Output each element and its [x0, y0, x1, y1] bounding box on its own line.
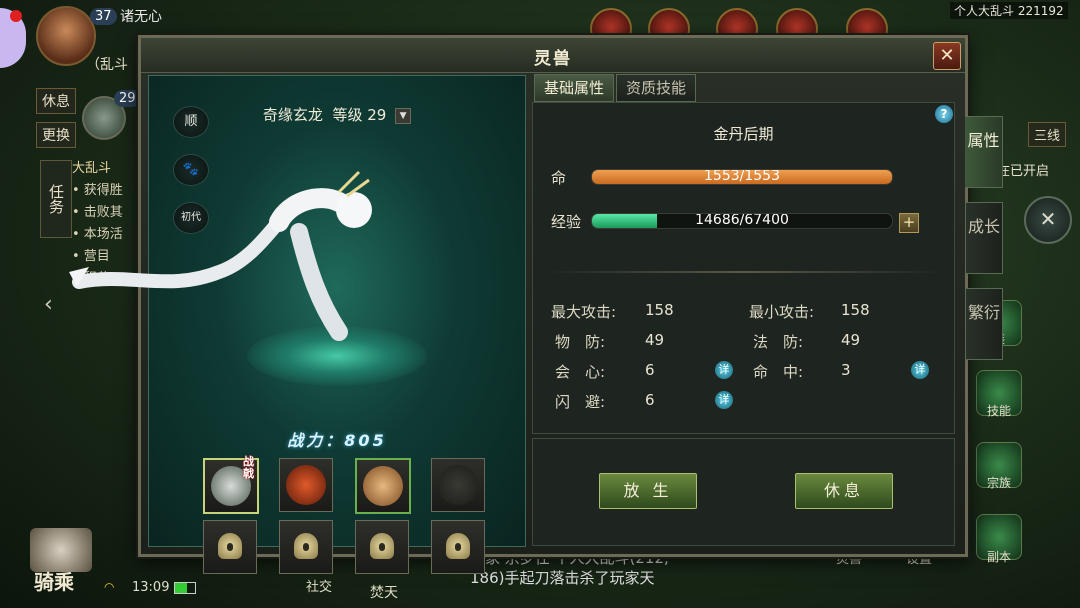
pet-portrait — [286, 465, 326, 505]
rest-button[interactable]: 休息 — [795, 473, 893, 509]
hit-label: 命 中: — [753, 363, 804, 381]
magic-def-value: 49 — [841, 331, 861, 349]
expand-icon[interactable]: ✕ — [1024, 196, 1072, 244]
tab-basic-attributes[interactable]: 基础属性 — [534, 74, 614, 102]
pet-slot-locked[interactable] — [203, 520, 257, 574]
phys-def-label: 物 防: — [555, 333, 606, 351]
hit-value: 3 — [841, 361, 851, 379]
wifi-icon: ◠ — [104, 580, 115, 594]
bottom-tab-social[interactable]: 社交 — [306, 576, 332, 595]
dodge-detail-icon[interactable]: 详 — [715, 391, 733, 409]
side-tab-attributes[interactable]: 属性 — [965, 116, 1003, 188]
side-tab-breeding[interactable]: 繁衍 — [965, 288, 1003, 360]
help-icon[interactable]: ? — [935, 105, 953, 123]
lock-icon — [370, 533, 394, 559]
pet-slot[interactable] — [355, 458, 411, 514]
phys-def-value: 49 — [645, 331, 665, 349]
close-button[interactable]: ✕ — [933, 42, 961, 70]
exp-label: 经验 — [551, 213, 582, 231]
battery-icon — [174, 582, 196, 594]
change-hud-button[interactable]: 更换 — [36, 122, 76, 148]
cultivation-stage: 金丹后期 — [713, 125, 774, 143]
bottom-tab-fentian[interactable]: 焚天 — [370, 582, 398, 602]
hit-detail-icon[interactable]: 详 — [911, 361, 929, 379]
lock-icon — [446, 533, 470, 559]
pet-slot-empty[interactable] — [431, 458, 485, 512]
chat-line: 186)手起刀落击杀了玩家天 — [470, 569, 655, 587]
quest-tab[interactable]: 任务 — [40, 160, 72, 238]
exp-text: 14686/67400 — [695, 213, 789, 228]
max-attack-label: 最大攻击: — [551, 303, 617, 321]
side-tab-growth[interactable]: 成长 — [965, 202, 1003, 274]
combat-power: 战力：805 — [287, 431, 387, 450]
hp-bar: 1553/1553 — [591, 169, 893, 185]
min-attack-value: 158 — [841, 301, 870, 319]
lock-icon — [218, 533, 242, 559]
crit-value: 6 — [645, 361, 655, 379]
add-exp-button[interactable]: + — [899, 213, 919, 233]
hp-label: 命 — [551, 169, 567, 187]
pet-slot-locked[interactable] — [431, 520, 485, 574]
mount-label: 骑乘 — [34, 570, 74, 594]
dragon-model — [69, 170, 372, 341]
pet-level-label: 等级 29 — [332, 106, 387, 124]
attribute-box: ? 金丹后期 命 1553/1553 经验 14686/67400 + 最大攻击… — [532, 102, 955, 434]
pet-level: 29 — [114, 90, 141, 107]
dodge-value: 6 — [645, 391, 655, 409]
exp-bar: 14686/67400 — [591, 213, 893, 229]
crit-label: 会 心: — [555, 363, 606, 381]
rest-hud-button[interactable]: 休息 — [36, 88, 76, 114]
max-attack-value: 158 — [645, 301, 674, 319]
pet-display: 奇缘玄龙 等级 29 ▼ 顺 🐾 初代 战力：805 战 戟 — [69, 75, 526, 574]
faction-tag: （乱斗 — [86, 57, 128, 73]
collapse-arrow-icon[interactable]: ‹ — [44, 292, 53, 317]
line-button[interactable]: 三线 — [1028, 122, 1067, 147]
hp-text: 1553/1553 — [704, 169, 780, 184]
pet-panel: 灵兽 ✕ 奇缘玄龙 等级 29 ▼ 顺 🐾 初代 战力：805 战 戟 基础属性… — [69, 35, 1003, 574]
lock-icon — [294, 533, 318, 559]
dungeon-label: 副本 — [986, 550, 1011, 564]
divider — [547, 271, 941, 273]
pet-slot-locked[interactable] — [279, 520, 333, 574]
skill-label: 技能 — [986, 404, 1011, 418]
pet-name: 奇缘玄龙 — [262, 106, 323, 124]
release-button[interactable]: 放 生 — [599, 473, 697, 509]
tab-aptitude-skills[interactable]: 资质技能 — [616, 74, 696, 102]
panel-title: 灵兽 — [534, 49, 572, 69]
player-level: 37 — [90, 8, 117, 25]
pet-slot-locked[interactable] — [355, 520, 409, 574]
pet-slot[interactable] — [279, 458, 333, 512]
clock-text: 13:09 — [132, 580, 170, 595]
score-text: 个人大乱斗 221192 — [950, 2, 1068, 19]
pet-slot[interactable]: 战 戟 — [203, 455, 259, 514]
trait-temper[interactable]: 顺 — [173, 106, 209, 138]
min-attack-label: 最小攻击: — [749, 303, 815, 321]
battle-badge: 战 戟 — [243, 455, 254, 480]
clan-label: 宗族 — [986, 476, 1011, 490]
crit-detail-icon[interactable]: 详 — [715, 361, 733, 379]
action-box: 放 生 休息 — [532, 438, 955, 546]
magic-def-label: 法 防: — [753, 333, 804, 351]
notification-dot — [10, 10, 22, 22]
chevron-down-icon[interactable]: ▼ — [395, 107, 412, 124]
player-name: 诸无心 — [120, 9, 162, 25]
pet-portrait — [363, 466, 403, 506]
dodge-label: 闪 避: — [555, 393, 606, 411]
dragon-silhouette-icon — [438, 465, 478, 505]
